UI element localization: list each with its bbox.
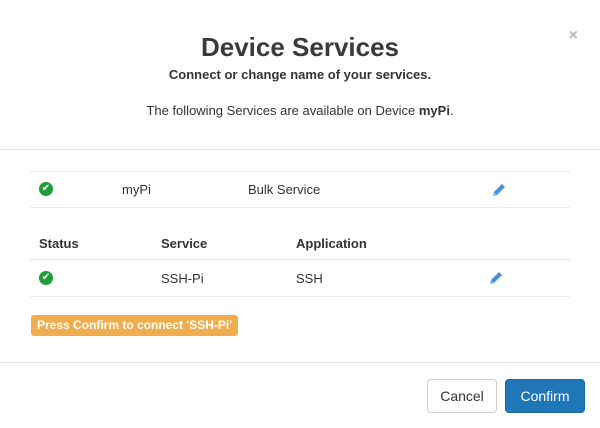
dialog-footer: Cancel Confirm [0,362,600,428]
check-circle-icon: ✔ [39,271,53,285]
device-info-text: The following Services are available on … [0,103,600,118]
header-service: Service [161,236,208,251]
info-prefix: The following Services are available on … [146,103,419,118]
confirm-hint-badge: Press Confirm to connect 'SSH-Pi' [31,315,239,336]
bulk-service-row: ✔ myPi Bulk Service [30,171,570,208]
dialog-title: Device Services [200,32,400,62]
pencil-icon[interactable] [491,182,507,198]
confirm-button[interactable]: Confirm [505,379,585,413]
service-name: SSH-Pi [161,271,204,286]
header-status: Status [39,236,79,251]
device-name: myPi [418,103,450,118]
bulk-service-name: myPi [122,182,151,197]
cancel-button[interactable]: Cancel [427,379,497,413]
device-services-dialog: × Device Services Connect or change name… [0,0,600,428]
table-row: ✔ SSH-Pi SSH [30,260,570,297]
services-table-header: Status Service Application [30,226,570,260]
header-application: Application [296,236,367,251]
dialog-header: × Device Services Connect or change name… [0,0,600,150]
bulk-service-application: Bulk Service [248,182,321,197]
check-circle-icon: ✔ [39,182,53,196]
service-application: SSH [296,271,323,286]
info-suffix: . [449,103,454,118]
dialog-subtitle: Connect or change name of your services. [168,67,432,82]
pencil-icon[interactable] [488,270,504,286]
